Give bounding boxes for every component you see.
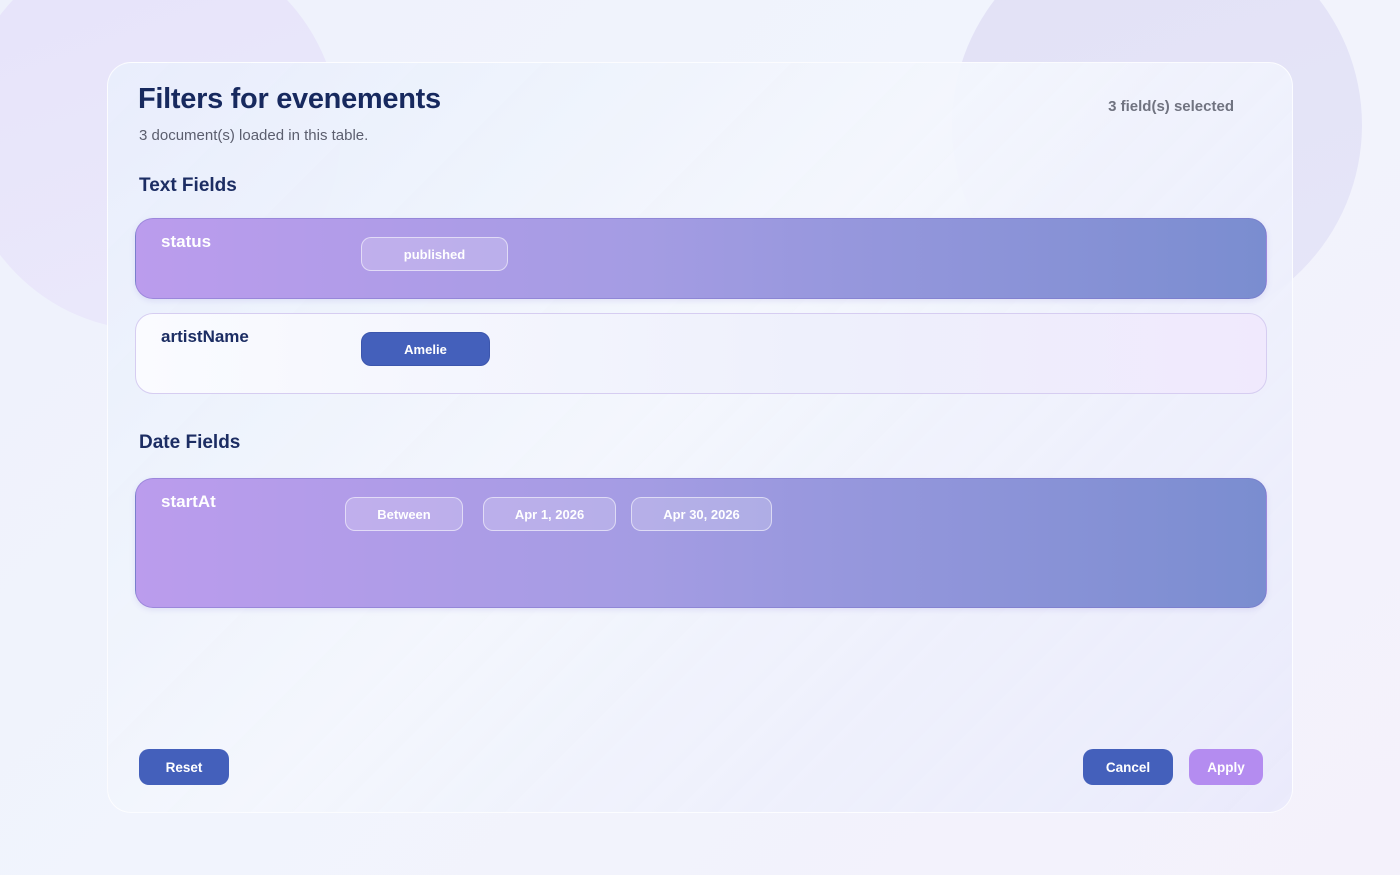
filters-panel: Filters for evenements 3 document(s) loa… xyxy=(107,62,1293,813)
text-fields-heading: Text Fields xyxy=(139,175,237,196)
field-name-status: status xyxy=(161,232,212,251)
reset-button[interactable]: Reset xyxy=(139,749,229,785)
apply-button[interactable]: Apply xyxy=(1189,749,1263,785)
date-fields-heading: Date Fields xyxy=(139,432,241,453)
selected-fields-count: 3 field(s) selected xyxy=(1108,98,1234,115)
page-title: Filters for evenements xyxy=(138,83,441,115)
filter-card-artistname[interactable]: artistName Amelie xyxy=(135,313,1267,394)
value-chip-published[interactable]: published xyxy=(361,237,508,271)
document-count-subtitle: 3 document(s) loaded in this table. xyxy=(139,127,369,144)
cancel-button[interactable]: Cancel xyxy=(1083,749,1173,785)
filter-card-startat[interactable]: startAt Between Apr 1, 2026 Apr 30, 2026 xyxy=(135,478,1267,608)
field-name-artistname: artistName xyxy=(161,327,249,346)
value-chip-amelie[interactable]: Amelie xyxy=(361,332,490,366)
date-from-input[interactable]: Apr 1, 2026 xyxy=(483,497,616,531)
date-to-input[interactable]: Apr 30, 2026 xyxy=(631,497,772,531)
field-name-startat: startAt xyxy=(161,492,216,511)
date-operator-select[interactable]: Between xyxy=(345,497,463,531)
filter-card-status[interactable]: status published xyxy=(135,218,1267,299)
